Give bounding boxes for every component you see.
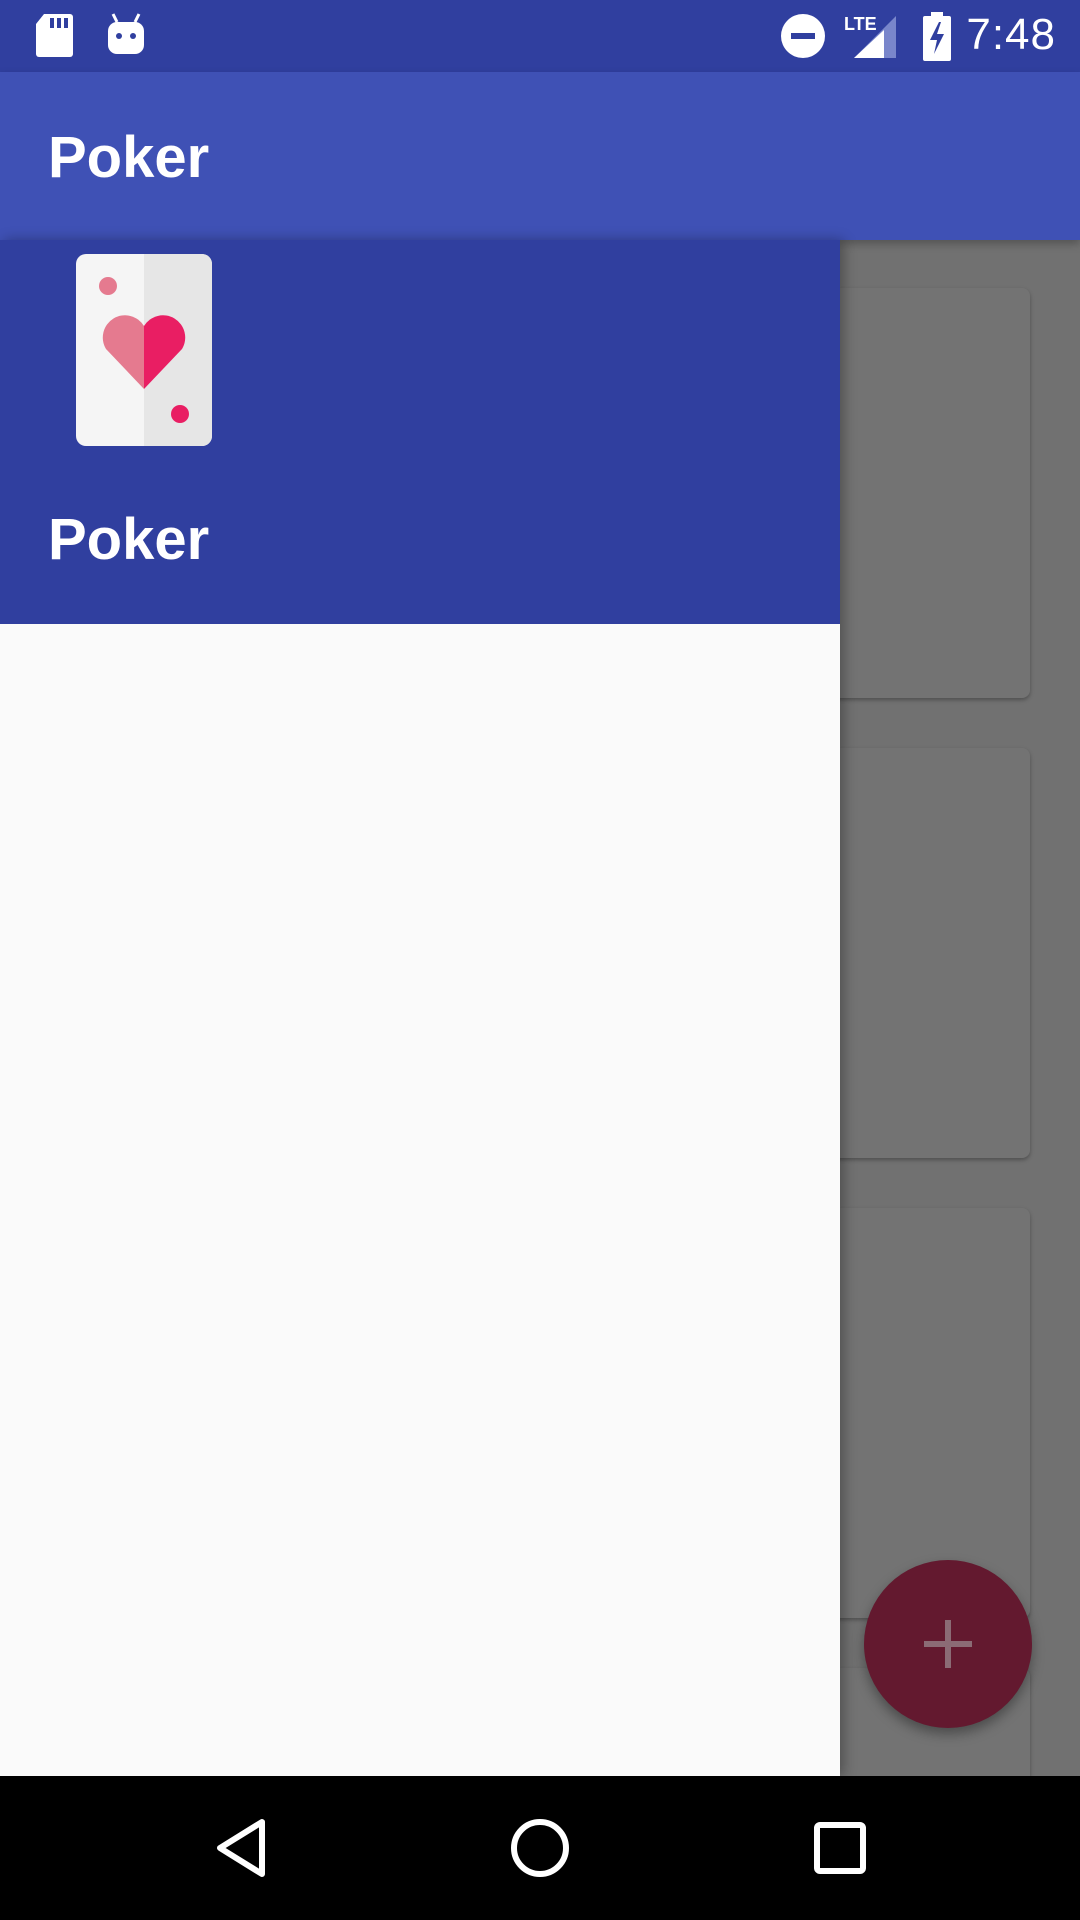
drawer-title: Poker [48,507,210,572]
add-fab-button[interactable] [864,1560,1032,1728]
navigation-drawer: Poker [0,240,840,1776]
status-bar: LTE 7:48 [0,0,1080,72]
home-button[interactable] [480,1776,600,1920]
status-time: 7:48 [966,10,1056,59]
do-not-disturb-icon [781,14,825,58]
recents-icon [814,1822,866,1874]
drawer-menu [0,624,840,1776]
recents-button[interactable] [780,1776,900,1920]
lte-label: LTE [844,14,877,34]
drawer-header: Poker [0,240,840,624]
sd-card-icon [36,14,73,57]
home-icon [511,1819,569,1877]
app-title: Poker [48,125,210,190]
playing-card-heart-icon [76,254,212,446]
android-debug-icon [108,13,144,54]
system-navigation-bar [0,1776,1080,1920]
lte-signal-icon: LTE [844,14,896,58]
battery-charging-icon [923,12,951,61]
back-button[interactable] [180,1776,300,1920]
back-icon [217,1819,265,1877]
app-bar: Poker [0,72,1080,240]
plus-icon [924,1620,972,1668]
